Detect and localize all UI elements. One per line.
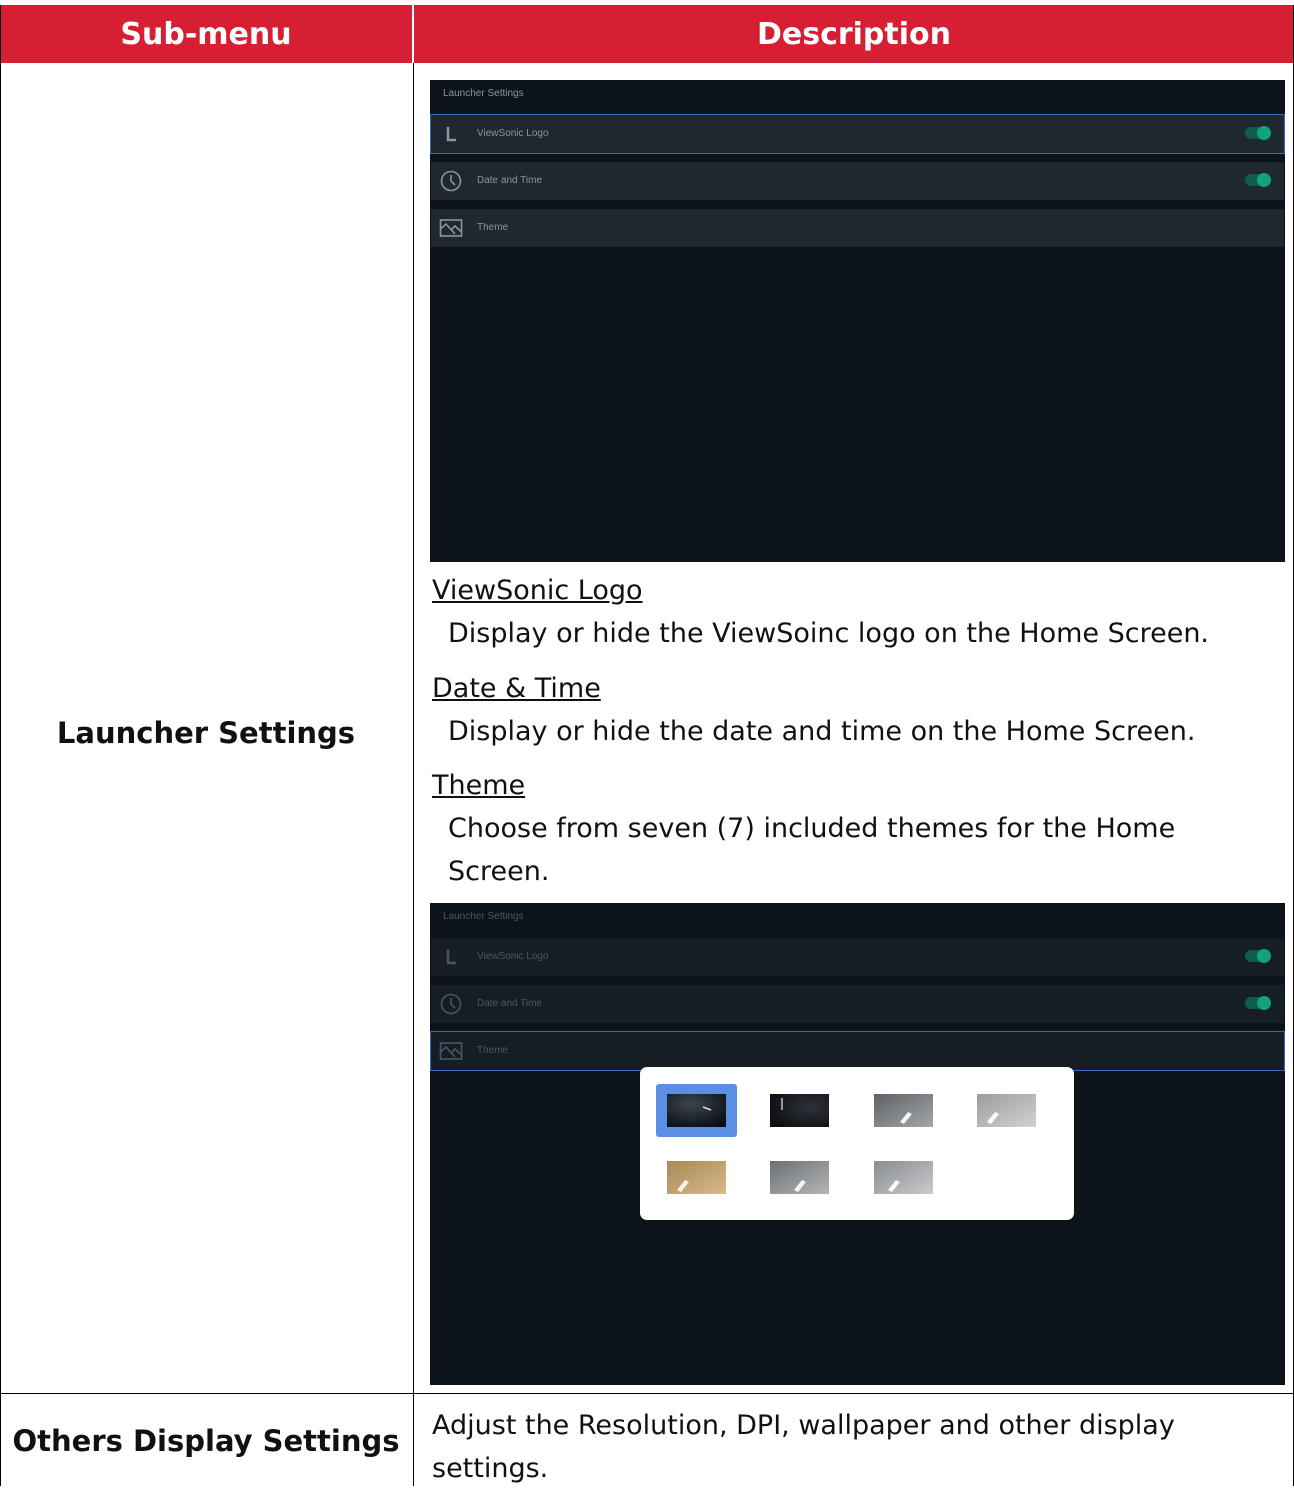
clock-icon <box>440 170 462 192</box>
toggle-switch[interactable] <box>1245 996 1271 1010</box>
setting-row-theme[interactable]: Theme <box>430 1031 1285 1071</box>
theme-picker-popup <box>640 1067 1074 1220</box>
setting-row-date-time[interactable]: Date and Time <box>431 162 1284 200</box>
theme-thumbnail-6[interactable] <box>770 1161 829 1194</box>
submenu-table: Sub-menu Description Launcher Settings L… <box>0 0 1294 1486</box>
submenu-others-display-settings: Others Display Settings <box>12 1424 400 1458</box>
section-text-theme: Choose from seven (7) included themes fo… <box>448 813 1176 887</box>
setting-label: ViewSonic Logo <box>477 951 549 962</box>
toggle-switch[interactable] <box>1245 173 1271 187</box>
image-icon <box>439 1042 463 1060</box>
section-text-viewsonic-logo: Display or hide the ViewSoinc logo on th… <box>448 618 1210 649</box>
setting-row-viewsonic-logo[interactable]: ViewSonic Logo <box>431 938 1284 976</box>
theme-thumbnail-4[interactable] <box>977 1094 1036 1127</box>
column-divider <box>413 63 414 1486</box>
logo-l-icon <box>446 127 456 142</box>
setting-row-theme[interactable]: Theme <box>431 209 1284 247</box>
setting-label: ViewSonic Logo <box>477 128 549 139</box>
screen-title: Launcher Settings <box>443 911 524 922</box>
clock-icon <box>440 993 462 1015</box>
launcher-settings-screenshot: Launcher Settings ViewSonic Logo Date an… <box>430 80 1285 562</box>
toggle-switch[interactable] <box>1245 126 1271 140</box>
setting-label: Date and Time <box>477 175 543 186</box>
theme-thumbnail-3[interactable] <box>874 1094 933 1127</box>
toggle-switch[interactable] <box>1245 949 1271 963</box>
submenu-launcher-settings: Launcher Settings <box>56 716 356 750</box>
section-heading-date-time: Date & Time <box>432 673 601 704</box>
others-display-description: Adjust the Resolution, DPI, wallpaper an… <box>432 1410 1175 1484</box>
header-description: Description <box>414 5 1294 63</box>
setting-row-date-time[interactable]: Date and Time <box>431 985 1284 1023</box>
theme-thumbnail-1[interactable] <box>667 1094 726 1127</box>
section-heading-viewsonic-logo: ViewSonic Logo <box>432 575 643 606</box>
theme-picker-screenshot: Launcher Settings ViewSonic Logo Date an… <box>430 903 1285 1385</box>
theme-thumbnail-2[interactable] <box>770 1094 829 1127</box>
theme-thumbnail-5[interactable] <box>667 1161 726 1194</box>
setting-label: Theme <box>477 222 509 233</box>
setting-label: Date and Time <box>477 998 543 1009</box>
setting-label: Theme <box>477 1045 509 1056</box>
header-submenu: Sub-menu <box>0 5 412 63</box>
section-heading-theme: Theme <box>432 770 526 801</box>
image-icon <box>439 219 463 237</box>
row-divider <box>0 1393 1294 1394</box>
screen-title: Launcher Settings <box>443 88 524 99</box>
section-text-date-time: Display or hide the date and time on the… <box>448 716 1196 747</box>
theme-thumbnail-7[interactable] <box>874 1161 933 1194</box>
logo-l-icon <box>446 950 456 965</box>
setting-row-viewsonic-logo[interactable]: ViewSonic Logo <box>430 114 1285 154</box>
